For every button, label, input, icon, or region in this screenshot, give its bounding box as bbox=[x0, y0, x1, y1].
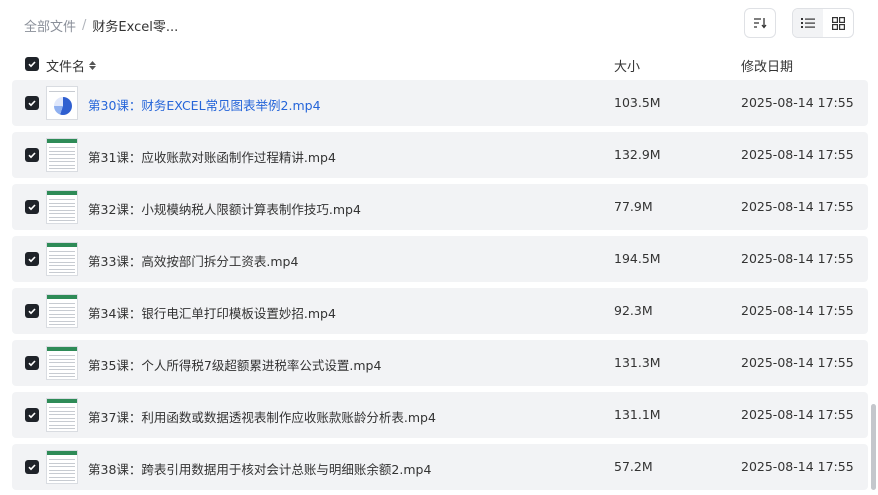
column-header-name-label: 文件名 bbox=[46, 60, 86, 75]
file-name[interactable]: 第32课：小规模纳税人限额计算表制作技巧.mp4 bbox=[88, 199, 361, 218]
checkmark-icon bbox=[28, 464, 36, 471]
grid-view-icon bbox=[831, 16, 845, 30]
file-size: 131.3M bbox=[614, 355, 661, 370]
file-modified-date: 2025-08-14 17:55 bbox=[741, 251, 854, 266]
row-checkbox[interactable] bbox=[25, 200, 39, 214]
column-header-size[interactable]: 大小 bbox=[614, 56, 640, 75]
file-row[interactable]: 第37课：利用函数或数据透视表制作应收账款账龄分析表.mp4 131.1M 2025… bbox=[12, 392, 868, 438]
file-row[interactable]: 第38课：跨表引用数据用于核对会计总账与明细账余额2.mp4 57.2M 2025-… bbox=[12, 444, 868, 490]
row-checkbox[interactable] bbox=[25, 252, 39, 266]
file-name[interactable]: 第37课：利用函数或数据透视表制作应收账款账龄分析表.mp4 bbox=[88, 407, 436, 426]
file-name[interactable]: 第34课：银行电汇单打印模板设置妙招.mp4 bbox=[88, 303, 336, 322]
file-row[interactable]: 第34课：银行电汇单打印模板设置妙招.mp4 92.3M 2025-08-14 17… bbox=[12, 288, 868, 334]
checkmark-icon bbox=[28, 152, 36, 159]
checkmark-icon bbox=[28, 412, 36, 419]
file-name[interactable]: 第31课：应收账款对账函制作过程精讲.mp4 bbox=[88, 147, 336, 166]
scrollbar-thumb[interactable] bbox=[871, 404, 876, 490]
file-modified-date: 2025-08-14 17:55 bbox=[741, 459, 854, 474]
checkmark-icon bbox=[28, 360, 36, 367]
video-thumbnail[interactable] bbox=[46, 346, 78, 380]
video-thumbnail[interactable] bbox=[46, 450, 78, 484]
file-row[interactable]: 第35课：个人所得税7级超额累进税率公式设置.mp4 131.3M 2025-08-… bbox=[12, 340, 868, 386]
file-size: 92.3M bbox=[614, 303, 653, 318]
file-size: 57.2M bbox=[614, 459, 653, 474]
breadcrumb-current: 财务Excel零... bbox=[92, 19, 179, 35]
video-thumbnail[interactable] bbox=[46, 86, 78, 120]
row-checkbox[interactable] bbox=[25, 304, 39, 318]
breadcrumb: 全部文件 / 财务Excel零... bbox=[24, 15, 178, 35]
file-modified-date: 2025-08-14 17:55 bbox=[741, 199, 854, 214]
file-row[interactable]: 第33课：高效按部门拆分工资表.mp4 194.5M 2025-08-14 17:5… bbox=[12, 236, 868, 282]
checkmark-icon bbox=[28, 308, 36, 315]
file-modified-date: 2025-08-14 17:55 bbox=[741, 355, 854, 370]
file-modified-date: 2025-08-14 17:55 bbox=[741, 147, 854, 162]
file-row[interactable]: 第30课：财务EXCEL常见图表举例2.mp4 103.5M 2025-08-14 … bbox=[12, 80, 868, 126]
file-name[interactable]: 第33课：高效按部门拆分工资表.mp4 bbox=[88, 251, 298, 270]
row-checkbox[interactable] bbox=[25, 408, 39, 422]
view-toggle bbox=[792, 8, 854, 38]
column-header-name[interactable]: 文件名 bbox=[46, 56, 97, 75]
checkmark-icon bbox=[28, 256, 36, 263]
row-checkbox[interactable] bbox=[25, 460, 39, 474]
row-checkbox[interactable] bbox=[25, 96, 39, 110]
list-view-button[interactable] bbox=[793, 9, 823, 37]
file-size: 194.5M bbox=[614, 251, 661, 266]
table-header: 文件名 大小 修改日期 bbox=[12, 52, 868, 78]
sort-button[interactable] bbox=[744, 8, 776, 38]
checkmark-icon bbox=[28, 204, 36, 211]
video-thumbnail[interactable] bbox=[46, 398, 78, 432]
file-row[interactable]: 第31课：应收账款对账函制作过程精讲.mp4 132.9M 2025-08-14 1… bbox=[12, 132, 868, 178]
file-size: 131.1M bbox=[614, 407, 661, 422]
file-size: 103.5M bbox=[614, 95, 661, 110]
row-checkbox[interactable] bbox=[25, 148, 39, 162]
video-thumbnail[interactable] bbox=[46, 294, 78, 328]
file-modified-date: 2025-08-14 17:55 bbox=[741, 303, 854, 318]
video-thumbnail[interactable] bbox=[46, 138, 78, 172]
checkmark-icon bbox=[28, 61, 36, 68]
grid-view-button[interactable] bbox=[823, 9, 853, 37]
video-thumbnail[interactable] bbox=[46, 190, 78, 224]
breadcrumb-separator: / bbox=[82, 17, 87, 33]
file-name[interactable]: 第30课：财务EXCEL常见图表举例2.mp4 bbox=[88, 95, 321, 114]
row-checkbox[interactable] bbox=[25, 356, 39, 370]
file-size: 132.9M bbox=[614, 147, 661, 162]
checkmark-icon bbox=[28, 100, 36, 107]
select-all-checkbox[interactable] bbox=[25, 57, 39, 71]
sort-icon bbox=[754, 18, 767, 29]
file-name[interactable]: 第38课：跨表引用数据用于核对会计总账与明细账余额2.mp4 bbox=[88, 459, 431, 478]
sort-caret-icon bbox=[89, 61, 97, 70]
file-name[interactable]: 第35课：个人所得税7级超额累进税率公式设置.mp4 bbox=[88, 355, 381, 374]
file-row[interactable]: 第32课：小规模纳税人限额计算表制作技巧.mp4 77.9M 2025-08-14 … bbox=[12, 184, 868, 230]
video-thumbnail[interactable] bbox=[46, 242, 78, 276]
file-modified-date: 2025-08-14 17:55 bbox=[741, 407, 854, 422]
list-view-icon bbox=[801, 18, 815, 28]
file-modified-date: 2025-08-14 17:55 bbox=[741, 95, 854, 110]
column-header-modified[interactable]: 修改日期 bbox=[741, 56, 793, 75]
breadcrumb-root[interactable]: 全部文件 bbox=[24, 16, 76, 35]
file-size: 77.9M bbox=[614, 199, 653, 214]
